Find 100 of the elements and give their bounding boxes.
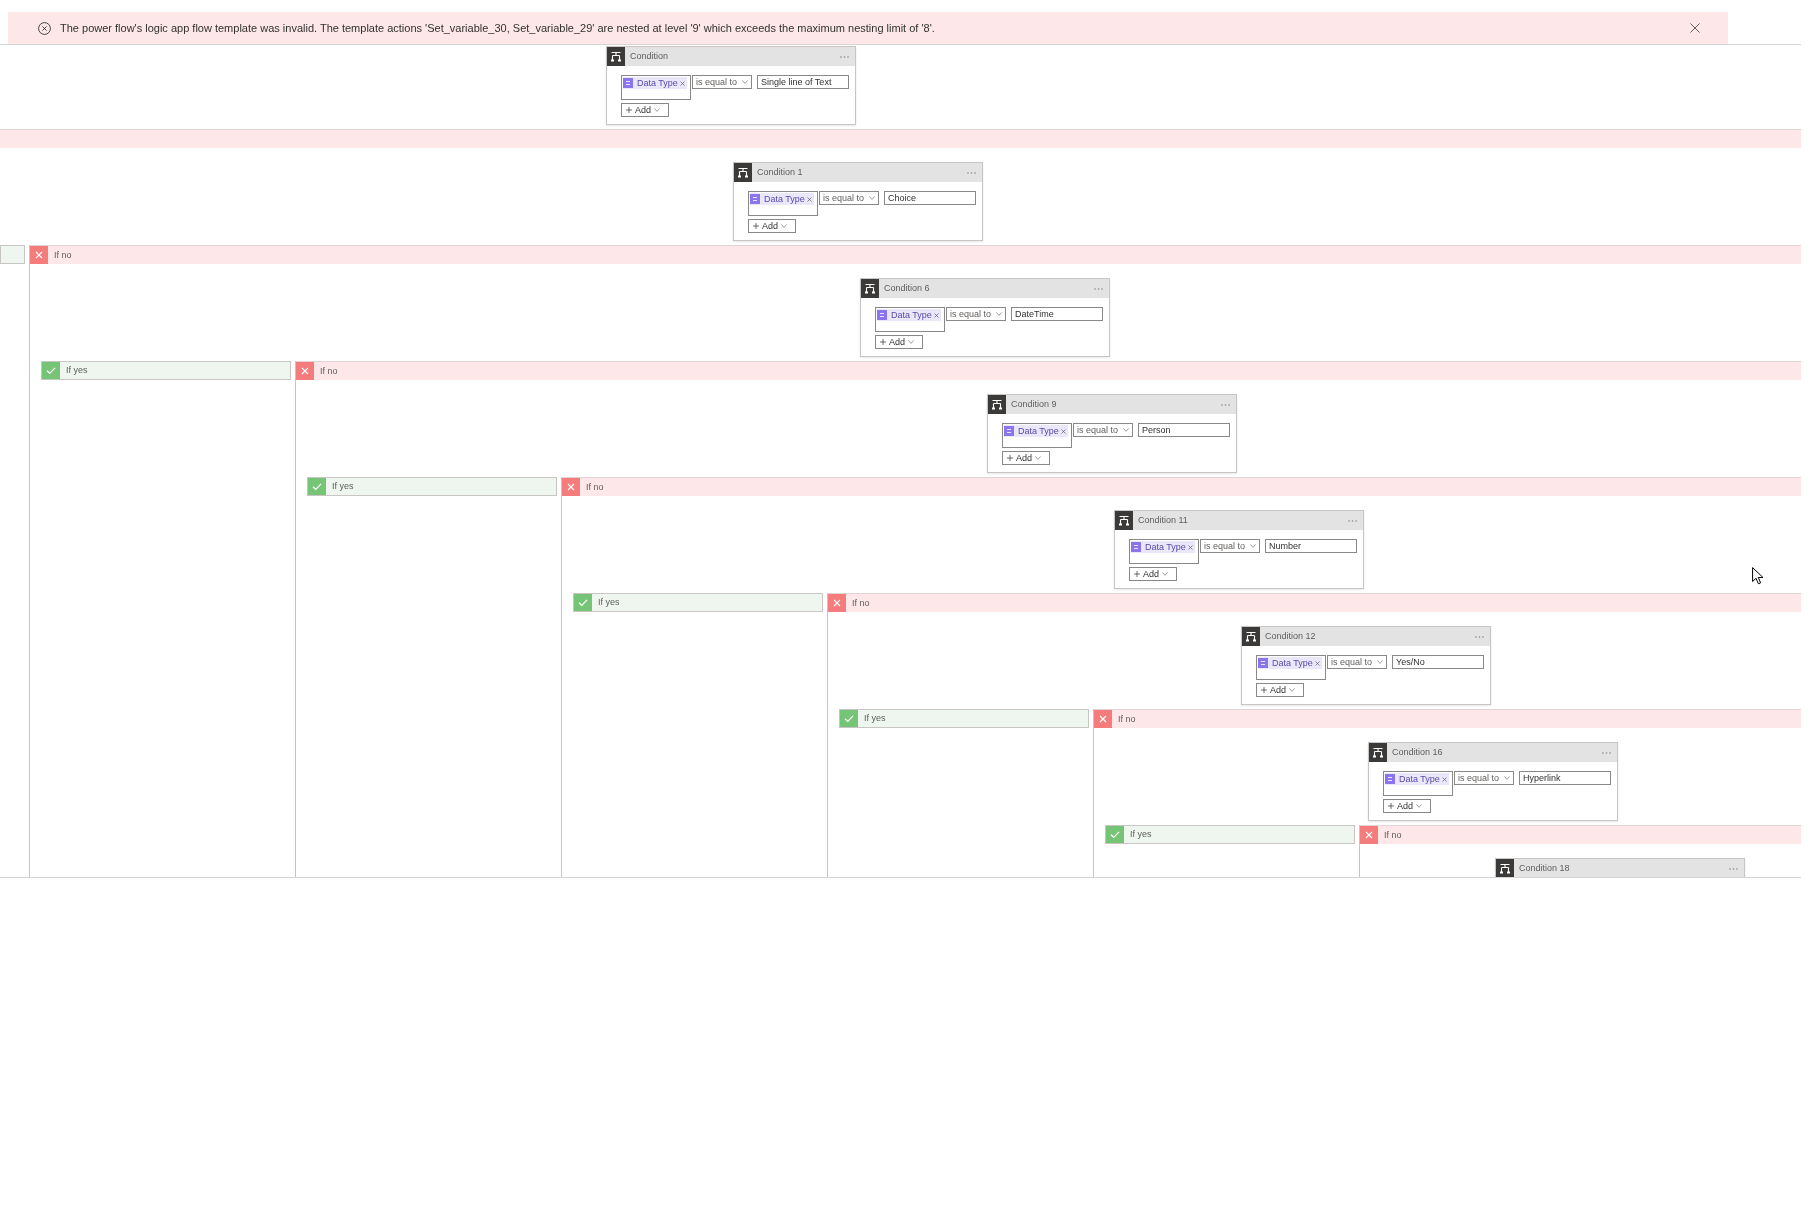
check-icon	[42, 362, 60, 379]
token-chip[interactable]: Data Type	[877, 309, 941, 321]
card-header[interactable]: Condition 1	[734, 163, 982, 182]
cross-icon	[1094, 710, 1112, 728]
more-icon[interactable]	[840, 55, 849, 58]
token-label: Data Type	[1018, 426, 1059, 436]
card-header[interactable]: Condition 6	[861, 279, 1109, 298]
token-chip[interactable]: Data Type	[750, 193, 814, 205]
branch-label: If yes	[598, 598, 620, 607]
close-button[interactable]	[1688, 21, 1702, 35]
operator-dropdown[interactable]: is equal to	[1327, 655, 1387, 669]
operator-dropdown[interactable]: is equal to	[819, 191, 879, 205]
branch-label: If yes	[864, 714, 886, 723]
token-chip[interactable]: Data Type	[1258, 657, 1322, 669]
token-icon	[1004, 426, 1014, 436]
token-field[interactable]: Data Type	[1256, 655, 1326, 680]
token-field[interactable]: Data Type	[621, 75, 691, 100]
close-icon[interactable]	[1187, 544, 1193, 550]
card-header[interactable]: Condition 12	[1242, 627, 1490, 646]
token-chip[interactable]: Data Type	[1385, 773, 1449, 785]
chevron-icon	[869, 196, 875, 200]
card-title: Condition 11	[1138, 516, 1188, 525]
add-button[interactable]: Add	[621, 103, 669, 117]
more-icon[interactable]	[1602, 751, 1611, 754]
close-icon[interactable]	[1060, 428, 1066, 434]
cross-icon	[296, 362, 314, 380]
cross-icon	[1360, 826, 1378, 844]
more-icon[interactable]	[1729, 867, 1738, 870]
value-field[interactable]: Person	[1138, 423, 1230, 437]
more-icon[interactable]	[1475, 635, 1484, 638]
token-field[interactable]: Data Type	[875, 307, 945, 332]
card-header[interactable]: Condition 11	[1115, 511, 1363, 530]
close-icon[interactable]	[679, 80, 685, 86]
chevron-icon	[1377, 660, 1383, 664]
branch-label: If no	[320, 366, 338, 376]
plus-icon	[1261, 687, 1267, 693]
value-field[interactable]: Number	[1265, 539, 1357, 553]
close-icon	[1690, 23, 1700, 33]
chevron-icon	[1035, 456, 1041, 460]
close-icon[interactable]	[806, 196, 812, 202]
card-header[interactable]: Condition 16	[1369, 743, 1617, 762]
value-field[interactable]: DateTime	[1011, 307, 1103, 321]
token-chip[interactable]: Data Type	[1004, 425, 1068, 437]
token-label: Data Type	[891, 310, 932, 320]
value-field[interactable]: Single line of Text	[757, 75, 849, 89]
add-button[interactable]: Add	[875, 335, 923, 349]
token-label: Data Type	[1399, 774, 1440, 784]
operator-dropdown[interactable]: is equal to	[946, 307, 1006, 321]
more-icon[interactable]	[1221, 403, 1230, 406]
plus-icon	[880, 339, 886, 345]
value-field[interactable]: Choice	[884, 191, 976, 205]
token-field[interactable]: Data Type	[1383, 771, 1453, 796]
error-icon	[38, 21, 51, 35]
card-title: Condition 6	[884, 284, 930, 293]
chevron-icon	[1250, 544, 1256, 548]
plus-icon	[1388, 803, 1394, 809]
add-button[interactable]: Add	[748, 219, 796, 233]
branch-label: If yes	[332, 482, 354, 491]
card-header[interactable]: Condition	[607, 47, 855, 66]
add-button[interactable]: Add	[1002, 451, 1050, 465]
value-field[interactable]: Hyperlink	[1519, 771, 1611, 785]
token-icon	[750, 194, 760, 204]
chevron-icon	[1123, 428, 1129, 432]
card-title: Condition 12	[1265, 632, 1316, 641]
chevron-icon	[1416, 804, 1422, 808]
cross-icon	[828, 594, 846, 612]
add-button[interactable]: Add	[1383, 799, 1431, 813]
more-icon[interactable]	[1094, 287, 1103, 290]
branch-label: If no	[1118, 714, 1136, 724]
operator-dropdown[interactable]: is equal to	[692, 75, 752, 89]
close-icon[interactable]	[1441, 776, 1447, 782]
plus-icon	[753, 223, 759, 229]
chevron-icon	[1289, 688, 1295, 692]
token-icon	[1385, 774, 1395, 784]
token-field[interactable]: Data Type	[1129, 539, 1199, 564]
more-icon[interactable]	[967, 171, 976, 174]
add-button[interactable]: Add	[1129, 567, 1177, 581]
chevron-icon	[1162, 572, 1168, 576]
branch-label: If no	[54, 250, 72, 260]
operator-dropdown[interactable]: is equal to	[1454, 771, 1514, 785]
cross-icon	[562, 478, 580, 496]
card-header[interactable]: Condition 9	[988, 395, 1236, 414]
operator-dropdown[interactable]: is equal to	[1200, 539, 1260, 553]
add-button[interactable]: Add	[1256, 683, 1304, 697]
plus-icon	[1007, 455, 1013, 461]
close-icon[interactable]	[1314, 660, 1320, 666]
value-field[interactable]: Yes/No	[1392, 655, 1484, 669]
operator-dropdown[interactable]: is equal to	[1073, 423, 1133, 437]
card-title: Condition 16	[1392, 748, 1443, 757]
cross-icon	[30, 246, 48, 264]
error-message: The power flow's logic app flow template was invalid. The template actions 'Set_variable_30, Set_variable_29' are nested at level '9' which exceeds the maximum nesting limit of '8'.	[60, 22, 935, 34]
more-icon[interactable]	[1348, 519, 1357, 522]
card-header[interactable]: Condition 18	[1496, 859, 1744, 877]
check-icon	[1106, 826, 1124, 843]
token-chip[interactable]: Data Type	[1131, 541, 1195, 553]
token-chip[interactable]: Data Type	[623, 77, 687, 89]
token-field[interactable]: Data Type	[748, 191, 818, 216]
token-field[interactable]: Data Type	[1002, 423, 1072, 448]
card-title: Condition 1	[757, 168, 803, 177]
close-icon[interactable]	[933, 312, 939, 318]
